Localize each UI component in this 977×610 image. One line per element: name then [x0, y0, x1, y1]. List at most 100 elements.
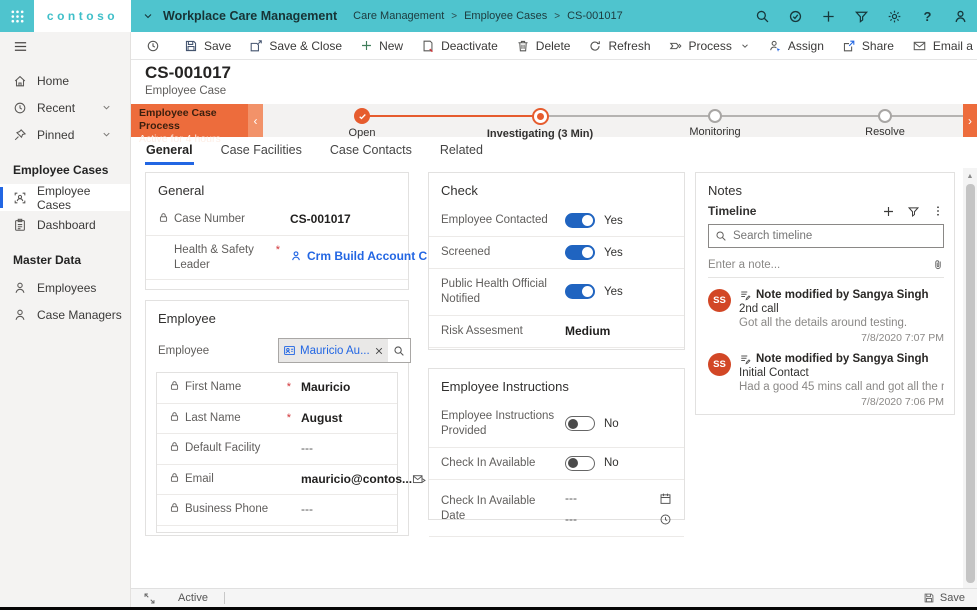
plus-icon[interactable] — [812, 0, 845, 32]
save-and-close-button[interactable]: Save & Close — [240, 32, 351, 60]
environment-chevron-icon[interactable] — [142, 10, 154, 22]
email-link-button[interactable]: Email a Link — [903, 32, 977, 60]
gear-icon[interactable] — [878, 0, 911, 32]
waffle-menu-icon[interactable] — [0, 0, 34, 32]
entry-timestamp: 7/8/2020 7:07 PM — [739, 332, 944, 344]
search-icon — [715, 230, 727, 242]
search-icon[interactable] — [746, 0, 779, 32]
note-input-row[interactable]: Enter a note... — [708, 254, 944, 278]
bpf-process-name: Employee Case Process — [139, 107, 248, 133]
entry-title: 2nd call — [739, 303, 944, 315]
tab-case-facilities[interactable]: Case Facilities — [220, 139, 303, 162]
deactivate-button[interactable]: Deactivate — [412, 32, 507, 60]
employee-lookup-value: Mauricio Au... — [300, 345, 370, 357]
bpf-stage-monitoring[interactable]: Monitoring — [640, 104, 790, 138]
send-email-icon[interactable] — [412, 474, 426, 486]
bpf-collapse-chevron-icon[interactable]: ‹ — [248, 104, 263, 137]
employee-section: Employee Employee Mauricio Au... First N… — [145, 300, 409, 536]
contoso-logo[interactable]: contoso — [34, 0, 131, 32]
app-title: Workplace Care Management — [163, 9, 337, 23]
history-button[interactable] — [139, 32, 167, 60]
sidebar-item-case-managers[interactable]: Case Managers — [0, 301, 130, 328]
toggle-screened[interactable] — [565, 245, 595, 260]
avatar: SS — [708, 353, 731, 376]
breadcrumb-item[interactable]: Care Management — [353, 10, 444, 22]
lookup-search-icon[interactable] — [388, 345, 410, 357]
sidebar-item-recent[interactable]: Recent — [0, 94, 130, 121]
tab-general[interactable]: General — [145, 139, 194, 165]
bpf-stage-investigating[interactable]: Investigating (3 Min) — [465, 104, 615, 140]
field-label: Employee Instructions Provided — [441, 409, 559, 439]
delete-button[interactable]: Delete — [507, 32, 580, 60]
save-button[interactable]: Save — [175, 32, 240, 60]
share-button[interactable]: Share — [833, 32, 903, 60]
date-input-row[interactable]: --- — [565, 488, 672, 509]
expand-icon[interactable] — [143, 592, 156, 605]
tab-related[interactable]: Related — [439, 139, 484, 162]
add-note-icon[interactable] — [882, 205, 895, 218]
employee-lookup-chip[interactable]: Mauricio Au... — [279, 339, 388, 362]
avatar: SS — [708, 289, 731, 312]
check-section: Check Employee Contacted Yes Screened Ye… — [428, 172, 685, 350]
refresh-button[interactable]: Refresh — [579, 32, 659, 60]
sidebar-item-pinned[interactable]: Pinned — [0, 121, 130, 148]
assign-button[interactable]: Assign — [759, 32, 833, 60]
field-value: --- — [295, 502, 385, 518]
toggle-public-health-notified[interactable] — [565, 284, 595, 299]
tab-case-contacts[interactable]: Case Contacts — [329, 139, 413, 162]
quick-actions-icon[interactable] — [779, 0, 812, 32]
breadcrumb-item[interactable]: Employee Cases — [464, 10, 547, 22]
field-case-number: Case Number CS-001017 — [146, 205, 408, 236]
save-label: Save — [204, 39, 231, 53]
toggle-employee-contacted[interactable] — [565, 213, 595, 228]
timeline-entry[interactable]: SS Note modified by Sangya Singh Initial… — [696, 346, 954, 410]
sidebar-item-dashboard[interactable]: Dashboard — [0, 211, 130, 238]
save-close-icon — [249, 39, 263, 53]
assign-icon — [768, 39, 782, 53]
sidebar-item-home[interactable]: Home — [0, 67, 130, 94]
breadcrumb-item[interactable]: CS-001017 — [567, 10, 623, 22]
record-header: CS-001017 Employee Case — [145, 63, 231, 97]
remove-value-icon[interactable] — [374, 346, 384, 356]
timeline-entry[interactable]: SS Note modified by Sangya Singh 2nd cal… — [696, 282, 954, 346]
scrollbar-thumb[interactable] — [966, 184, 975, 583]
hamburger-menu-icon[interactable] — [0, 32, 130, 61]
process-button[interactable]: Process — [660, 32, 759, 60]
paperclip-icon[interactable] — [932, 258, 944, 271]
toggle-checkin-available[interactable] — [565, 456, 595, 471]
toggle-instructions-provided[interactable] — [565, 416, 595, 431]
account-icon[interactable] — [944, 0, 977, 32]
employee-lookup-control[interactable]: Mauricio Au... — [278, 338, 411, 363]
filter-icon[interactable] — [907, 205, 920, 218]
person-icon — [290, 250, 302, 262]
bpf-stage-open[interactable]: Open — [287, 104, 437, 139]
email-link-label: Email a Link — [933, 39, 977, 53]
sidebar-item-employees[interactable]: Employees — [0, 274, 130, 301]
timeline-search-input[interactable] — [733, 230, 937, 242]
footer-save-button[interactable]: Save — [923, 592, 965, 604]
help-icon[interactable]: ? — [911, 0, 944, 32]
new-button[interactable]: New — [351, 32, 412, 60]
scroll-up-arrow-icon[interactable]: ▲ — [963, 171, 977, 181]
sidebar-item-employee-cases[interactable]: Employee Cases — [0, 184, 130, 211]
chevron-down-icon[interactable] — [101, 129, 112, 140]
process-icon — [669, 39, 683, 53]
required-asterisk: * — [276, 243, 280, 257]
filter-icon[interactable] — [845, 0, 878, 32]
bpf-stage-resolve[interactable]: Resolve — [810, 104, 960, 138]
time-value: --- — [565, 512, 577, 526]
clock-icon[interactable] — [659, 513, 672, 526]
ellipsis-vertical-icon[interactable] — [932, 205, 944, 217]
stage-label: Investigating (3 Min) — [465, 128, 615, 140]
timeline-search-box[interactable] — [708, 224, 944, 248]
calendar-icon[interactable] — [659, 492, 672, 505]
new-label: New — [379, 39, 403, 53]
vertical-scrollbar[interactable]: ▲ — [963, 168, 977, 588]
chevron-down-icon[interactable] — [101, 102, 112, 113]
lock-icon — [169, 472, 180, 483]
time-input-row[interactable]: --- — [565, 509, 672, 530]
bpf-process-label[interactable]: Employee Case Process Active for 4 hours — [131, 104, 248, 137]
toggle-value: Yes — [604, 215, 623, 227]
field-value[interactable]: Medium — [559, 324, 672, 340]
bpf-next-stage-chevron-icon[interactable]: › — [963, 104, 977, 137]
